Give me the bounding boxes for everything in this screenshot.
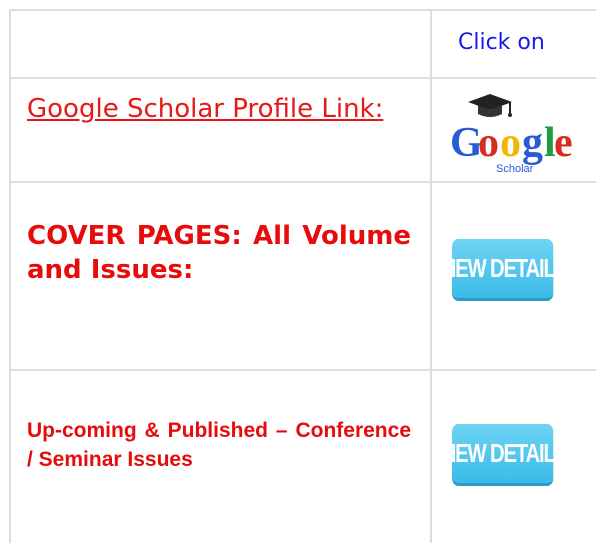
conference-view-details-button[interactable]: VIEW DETAILS xyxy=(438,424,568,486)
table-border-left xyxy=(9,9,11,543)
click-on-header: Click on xyxy=(458,30,545,55)
logo-letter: o xyxy=(500,120,521,166)
view-details-label: VIEW DETAILS xyxy=(438,253,568,283)
view-details-label: VIEW DETAILS xyxy=(438,438,568,468)
cover-pages-heading: COVER PAGES: All Volume and Issues: xyxy=(27,221,411,285)
logo-letter: g xyxy=(522,120,543,166)
cover-pages-view-details-button[interactable]: VIEW DETAILS xyxy=(438,239,568,301)
table-column-divider xyxy=(430,9,432,543)
logo-letter: o xyxy=(478,120,499,166)
table-row-divider xyxy=(10,181,596,183)
graduation-cap-icon xyxy=(468,94,512,117)
google-scholar-logo[interactable]: G o o g l e Scholar xyxy=(448,88,578,178)
logo-letter: e xyxy=(554,120,573,166)
logo-scholar-subtitle: Scholar xyxy=(496,163,534,175)
table-row-divider xyxy=(10,369,596,371)
table-row-divider xyxy=(10,77,596,79)
conference-issues-heading: Up-coming & Published – Conference / Sem… xyxy=(27,419,411,471)
google-wordmark: G o o g l e xyxy=(450,120,573,166)
table-border-top xyxy=(10,9,596,11)
content-table: Click on Google Scholar Profile Link: G … xyxy=(0,0,596,543)
google-scholar-profile-link[interactable]: Google Scholar Profile Link: xyxy=(27,93,413,125)
